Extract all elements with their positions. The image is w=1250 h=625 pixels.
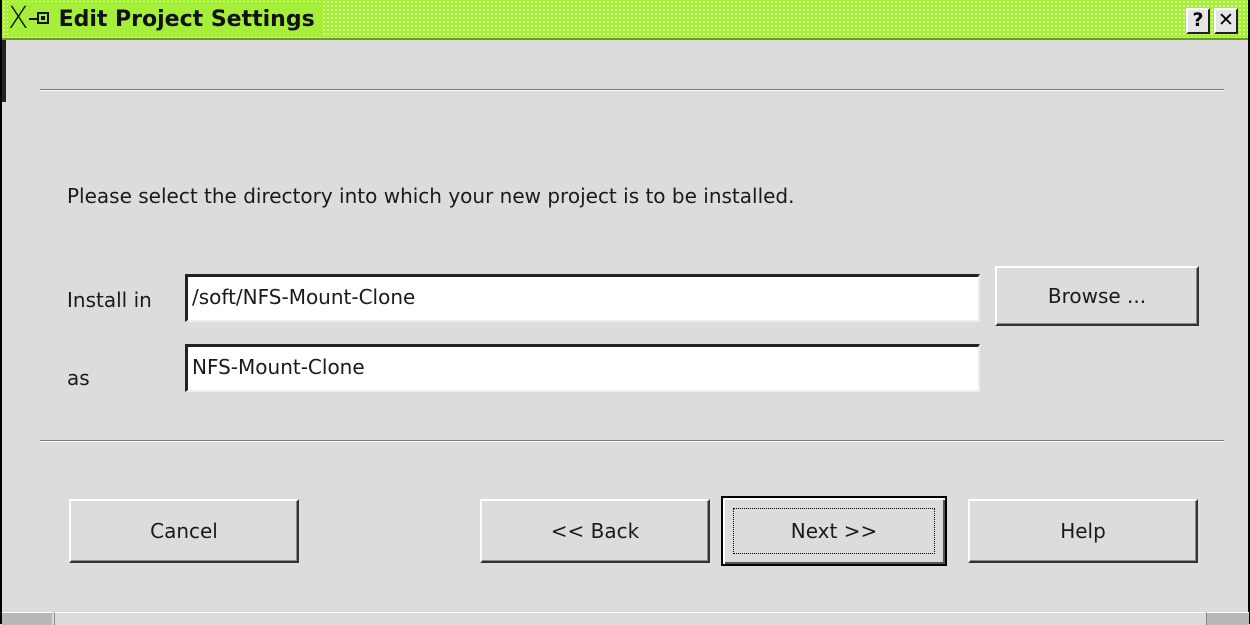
project-name-input[interactable]: NFS-Mount-Clone [185, 344, 980, 392]
focus-indicator [733, 508, 935, 554]
install-directory-input[interactable]: /soft/NFS-Mount-Clone [185, 274, 980, 322]
next-button[interactable]: Next >> [721, 496, 947, 566]
as-label: as [67, 366, 90, 390]
window-edge [2, 40, 6, 102]
pin-icon[interactable] [28, 9, 53, 29]
instruction-text: Please select the directory into which y… [67, 184, 795, 208]
x-logo-icon[interactable]: X [8, 4, 29, 34]
cancel-button[interactable]: Cancel [69, 499, 299, 563]
browse-button[interactable]: Browse ... [995, 266, 1199, 326]
close-icon[interactable]: ✕ [1214, 8, 1238, 34]
back-button-label: << Back [550, 519, 640, 543]
bottom-divider [40, 440, 1224, 442]
edit-project-settings-dialog: X Edit Project Settings ? ✕ Please selec… [0, 0, 1250, 625]
install-in-label: Install in [67, 288, 152, 312]
browse-button-label: Browse ... [1047, 284, 1147, 308]
back-button[interactable]: << Back [480, 499, 710, 563]
bottom-edge [2, 612, 1249, 625]
title-group: X Edit Project Settings [8, 2, 323, 36]
help-title-button[interactable]: ? [1186, 8, 1210, 34]
title-bar[interactable]: X Edit Project Settings ? ✕ [2, 0, 1248, 40]
help-button-label: Help [1060, 519, 1106, 543]
cancel-button-label: Cancel [150, 519, 218, 543]
help-button[interactable]: Help [968, 499, 1198, 563]
top-divider [40, 89, 1224, 91]
window-title: Edit Project Settings [58, 6, 315, 32]
